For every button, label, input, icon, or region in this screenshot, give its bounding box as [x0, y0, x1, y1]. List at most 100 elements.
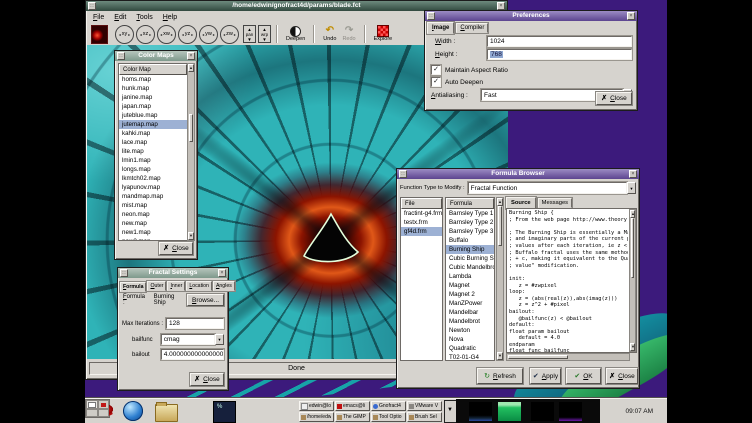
rotate-axis-button[interactable]: ◂yz▸	[178, 25, 197, 44]
explore-button[interactable]: Explore	[374, 26, 393, 42]
file-list-item[interactable]: testx.frm	[401, 218, 442, 227]
file-list-item[interactable]: gf4d.frm	[401, 227, 442, 236]
window-menu-icon[interactable]: ∷	[427, 12, 435, 20]
tray-thumbnail[interactable]	[498, 402, 521, 421]
menu-item[interactable]: Edit	[114, 14, 126, 21]
rotate-axis-button[interactable]: ◂yw▸	[199, 25, 218, 44]
pan-button[interactable]: ▲pan▼	[243, 25, 256, 43]
color-map-list-item[interactable]: jutemap.map	[119, 120, 187, 129]
undo-button[interactable]: ↶ Undo	[323, 26, 336, 42]
color-map-list-item[interactable]: japan.map	[119, 102, 187, 111]
scroll-down-icon[interactable]: ▼	[497, 352, 503, 360]
rotate-axis-button[interactable]: ◂zw▸	[220, 25, 239, 44]
scroll-up-icon[interactable]: ▲	[497, 198, 503, 206]
tab[interactable]: Image	[427, 22, 454, 34]
rotate-axis-button[interactable]: ◂xy▸	[115, 25, 134, 44]
task-button[interactable]: emacs@li	[335, 401, 370, 411]
color-maps-close-button[interactable]: ✗Close	[159, 242, 193, 255]
checkbox[interactable]: ✓	[431, 65, 441, 75]
width-field[interactable]: 1024	[487, 36, 632, 47]
color-map-list-item[interactable]: neon.map	[119, 210, 187, 219]
tab[interactable]: Outer	[147, 281, 166, 291]
workspace-cell[interactable]	[98, 400, 110, 409]
formula-list-item[interactable]: Cubic Burning Ship	[446, 254, 494, 263]
bailout-field[interactable]: 4.00000000000000000	[161, 349, 224, 360]
formula-list-item[interactable]: Quadratic	[446, 344, 494, 353]
source-code-view[interactable]: Burning Ship { ; From the web page http:…	[506, 208, 637, 353]
window-menu-icon[interactable]: ∷	[120, 269, 128, 277]
tab[interactable]: Messages	[538, 198, 572, 208]
color-map-list-item[interactable]: hunk.map	[119, 84, 187, 93]
window-menu-icon[interactable]: ∷	[399, 170, 407, 178]
formula-list-item[interactable]: Newton	[446, 326, 494, 335]
bailfunc-combo[interactable]: cmag	[161, 334, 215, 345]
formula-list-item[interactable]: Barnsley Type 2	[446, 218, 494, 227]
close-icon[interactable]: ×	[627, 12, 635, 20]
scrollbar-thumb[interactable]	[498, 206, 502, 246]
color-map-list-item[interactable]: homs.map	[119, 75, 187, 84]
color-map-list-item[interactable]: new1.map	[119, 228, 187, 237]
task-button[interactable]: The GIMP	[335, 412, 370, 422]
color-map-column-header[interactable]: Color Map	[119, 64, 187, 75]
workspace-cell[interactable]	[98, 409, 110, 418]
formula-list-item[interactable]: ManZPower	[446, 299, 494, 308]
apply-button[interactable]: ✔Apply	[530, 368, 561, 384]
function-type-combo[interactable]: Fractal Function	[468, 182, 627, 194]
scrollbar-thumb[interactable]	[631, 218, 634, 278]
rotate-axis-button[interactable]: ◂xz▸	[136, 25, 155, 44]
formula-scrollbar[interactable]: ▲ ▼	[496, 197, 504, 361]
formula-list-item[interactable]: Barnsley Type 3	[446, 227, 494, 236]
web-browser-launcher[interactable]	[123, 401, 143, 421]
formula-list-item[interactable]: Magnet	[446, 281, 494, 290]
scrollbar-thumb[interactable]	[508, 355, 568, 359]
close-icon[interactable]: ×	[629, 170, 637, 178]
source-vscrollbar[interactable]: ▲ ▼	[629, 209, 636, 352]
formula-list-item[interactable]: T02-01-G4	[446, 353, 494, 361]
formula-list-item[interactable]: Mandelbar	[446, 308, 494, 317]
pan-button[interactable]: ▲wrp▼	[258, 25, 271, 43]
task-button[interactable]: Brush Sel	[407, 412, 442, 422]
formula-list-item[interactable]: Lambda	[446, 272, 494, 281]
color-map-list-item[interactable]: lkmtch02.map	[119, 174, 187, 183]
ok-button[interactable]: ✔OK	[566, 368, 601, 384]
fractal-settings-titlebar[interactable]: ∷ Fractal Settings ×	[118, 268, 228, 278]
formula-browser-titlebar[interactable]: ∷ Formula Browser ×	[397, 169, 639, 179]
scrollbar-thumb[interactable]	[189, 114, 193, 142]
formula-list-item[interactable]: Mandelbrot	[446, 317, 494, 326]
rotate-axis-button[interactable]: ◂xw▸	[157, 25, 176, 44]
color-map-list-item[interactable]: lyapunov.map	[119, 183, 187, 192]
browse-button[interactable]: Browse...	[187, 294, 224, 306]
color-map-list-item[interactable]: new.map	[119, 219, 187, 228]
color-map-list-item[interactable]: mandmap.map	[119, 192, 187, 201]
color-map-list-item[interactable]: lite.map	[119, 147, 187, 156]
dropdown-arrow-icon[interactable]: ▼	[215, 334, 224, 345]
checkbox[interactable]: ✓	[431, 77, 441, 87]
formula-column-header[interactable]: Formula	[446, 198, 494, 209]
tab[interactable]: Compiler	[456, 23, 488, 33]
menu-item[interactable]: Help	[163, 14, 177, 21]
scroll-up-icon[interactable]: ▲	[630, 210, 635, 218]
deepen-button[interactable]: Deepen	[286, 26, 305, 42]
workspace-cell[interactable]	[86, 400, 98, 409]
formula-list-item[interactable]: Burning Ship	[446, 245, 494, 254]
formula-list-item[interactable]: Nova	[446, 335, 494, 344]
task-button[interactable]: /home/edw	[299, 412, 334, 422]
task-button[interactable]: Gnofract4	[371, 401, 406, 411]
formula-browser-close-button[interactable]: ✗Close	[606, 368, 638, 384]
tab[interactable]: Angles	[213, 281, 235, 291]
tab[interactable]: Formula	[120, 282, 146, 292]
scroll-up-icon[interactable]: ▲	[188, 64, 194, 72]
color-map-list-item[interactable]: mist.map	[119, 201, 187, 210]
close-icon[interactable]: ×	[497, 2, 505, 10]
max-iterations-field[interactable]: 128	[166, 318, 224, 329]
refresh-button[interactable]: ↻Refresh	[477, 368, 523, 384]
file-manager-launcher[interactable]	[155, 404, 178, 422]
tray-thumbnail[interactable]	[469, 402, 492, 421]
preferences-close-button[interactable]: ✗Close	[596, 92, 632, 105]
height-field[interactable]: 768	[487, 49, 632, 60]
task-button[interactable]: Tool Optio	[371, 412, 406, 422]
formula-list-item[interactable]: Magnet 2	[446, 290, 494, 299]
menu-item[interactable]: Tools	[136, 14, 152, 21]
color-map-list-item[interactable]: juteblue.map	[119, 111, 187, 120]
color-map-list-item[interactable]: longs.map	[119, 165, 187, 174]
